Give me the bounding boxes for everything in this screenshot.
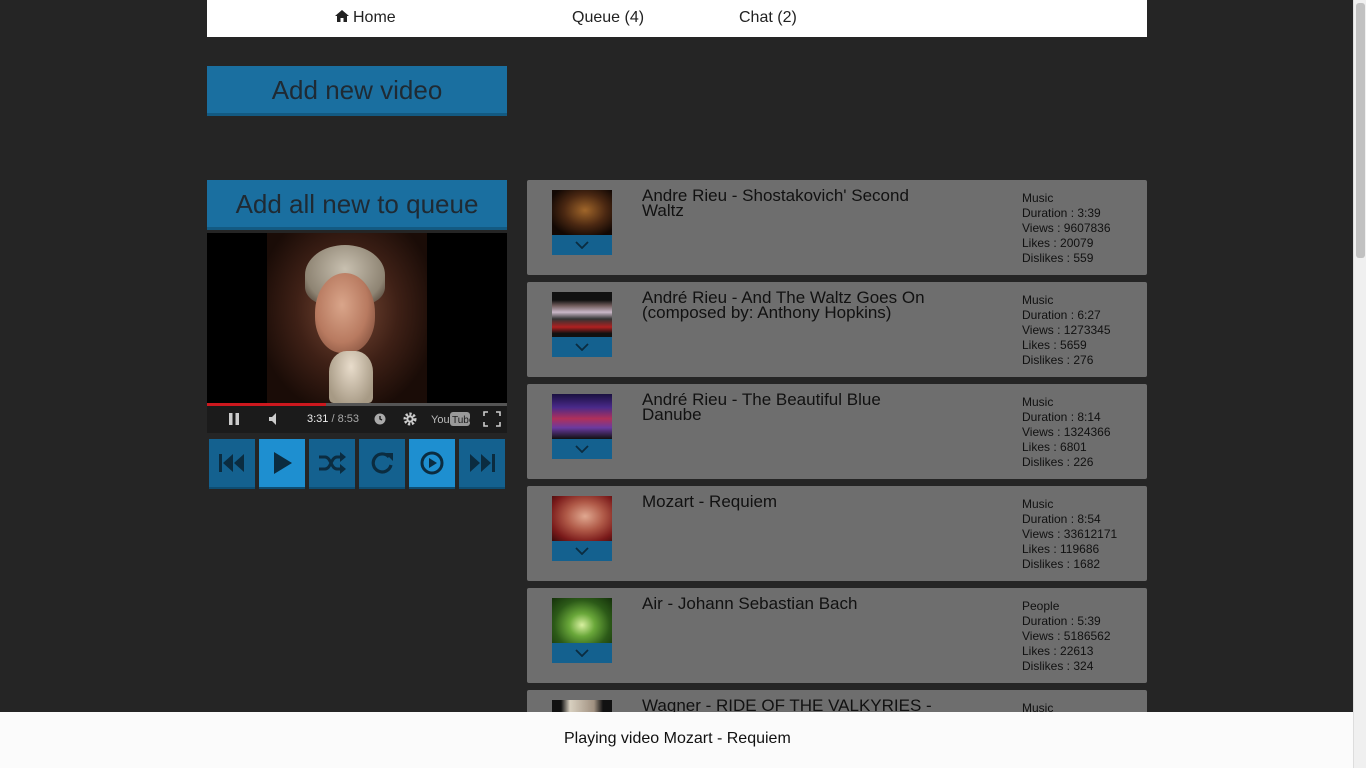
nav-queue-link[interactable]: Queue (4) bbox=[572, 0, 644, 37]
video-list-item[interactable]: Mozart - Requiem Music Duration : 8:54 V… bbox=[527, 486, 1147, 581]
video-dislikes: Dislikes : 276 bbox=[1022, 353, 1094, 367]
settings-gear-icon[interactable] bbox=[401, 411, 419, 427]
pause-icon[interactable] bbox=[227, 411, 241, 427]
previous-button[interactable] bbox=[209, 439, 255, 489]
shuffle-icon bbox=[319, 452, 346, 474]
play-button[interactable] bbox=[259, 439, 305, 489]
video-likes: Likes : 5659 bbox=[1022, 338, 1087, 352]
video-duration: Duration : 5:39 bbox=[1022, 614, 1101, 628]
nav-home-link[interactable]: Home bbox=[335, 0, 396, 37]
video-duration: Duration : 3:39 bbox=[1022, 206, 1101, 220]
video-meta: Music Duration : 3:39 Views : 9607836 Li… bbox=[1022, 191, 1111, 266]
video-meta: People Duration : 5:39 Views : 5186562 L… bbox=[1022, 599, 1111, 674]
youtube-logo-icon[interactable]: You Tube bbox=[431, 411, 471, 427]
current-time: 3:31 bbox=[307, 413, 329, 425]
scrollbar-thumb[interactable] bbox=[1356, 3, 1365, 258]
video-views: Views : 1273345 bbox=[1022, 323, 1111, 337]
video-player[interactable]: 3:31 / 8:53 You Tube bbox=[207, 233, 507, 433]
video-list-item[interactable]: André Rieu - And The Waltz Goes On (comp… bbox=[527, 282, 1147, 377]
video-title[interactable]: Air - Johann Sebastian Bach bbox=[642, 595, 942, 612]
fullscreen-icon[interactable] bbox=[483, 411, 501, 427]
chevron-down-icon bbox=[575, 649, 589, 657]
video-views: Views : 5186562 bbox=[1022, 629, 1111, 643]
video-likes: Likes : 20079 bbox=[1022, 236, 1094, 250]
top-nav: Home Queue (4) Chat (2) bbox=[207, 0, 1147, 37]
chevron-down-icon bbox=[575, 241, 589, 249]
video-category: Music bbox=[1022, 395, 1054, 409]
video-list-item[interactable]: André Rieu - The Beautiful Blue Danube M… bbox=[527, 384, 1147, 479]
video-title[interactable]: Andre Rieu - Shostakovich' Second Waltz bbox=[642, 187, 942, 219]
video-thumbnail[interactable] bbox=[552, 598, 612, 643]
video-meta: Music Duration : 8:14 Views : 1324366 Li… bbox=[1022, 395, 1111, 470]
video-category: Music bbox=[1022, 293, 1054, 307]
status-text: Playing video Mozart - Requiem bbox=[564, 730, 791, 747]
video-likes: Likes : 22613 bbox=[1022, 644, 1094, 658]
video-dislikes: Dislikes : 1682 bbox=[1022, 557, 1101, 571]
skip-back-icon bbox=[219, 454, 244, 472]
repeat-button[interactable] bbox=[359, 439, 405, 489]
video-category: Music bbox=[1022, 497, 1054, 511]
video-thumbnail[interactable] bbox=[552, 394, 612, 439]
video-views: Views : 1324366 bbox=[1022, 425, 1111, 439]
video-duration: Duration : 8:54 bbox=[1022, 512, 1101, 526]
svg-text:You: You bbox=[431, 414, 450, 426]
page-scrollbar[interactable] bbox=[1353, 0, 1366, 768]
video-dislikes: Dislikes : 226 bbox=[1022, 455, 1094, 469]
video-likes: Likes : 6801 bbox=[1022, 440, 1087, 454]
expand-button[interactable] bbox=[552, 541, 612, 561]
chevron-down-icon bbox=[575, 343, 589, 351]
svg-text:Tube: Tube bbox=[452, 415, 471, 426]
repeat-icon bbox=[371, 452, 393, 474]
home-icon bbox=[335, 10, 349, 22]
circle-play-icon bbox=[420, 451, 444, 475]
expand-button[interactable] bbox=[552, 235, 612, 255]
status-bar: Playing video Mozart - Requiem bbox=[0, 712, 1353, 768]
player-controls: 3:31 / 8:53 You Tube bbox=[207, 406, 507, 433]
chevron-down-icon bbox=[575, 547, 589, 555]
volume-icon[interactable] bbox=[267, 411, 283, 427]
video-title[interactable]: Wagner - RIDE OF THE VALKYRIES - bbox=[642, 697, 942, 714]
expand-button[interactable] bbox=[552, 337, 612, 357]
play-icon bbox=[274, 452, 292, 474]
video-views: Views : 9607836 bbox=[1022, 221, 1111, 235]
video-title[interactable]: Mozart - Requiem bbox=[642, 493, 942, 510]
duration-time: / 8:53 bbox=[331, 413, 360, 425]
shuffle-button[interactable] bbox=[309, 439, 355, 489]
video-thumbnail[interactable] bbox=[552, 496, 612, 541]
add-all-to-queue-button[interactable]: Add all new to queue bbox=[207, 180, 507, 230]
expand-button[interactable] bbox=[552, 439, 612, 459]
chevron-down-icon bbox=[575, 445, 589, 453]
video-dislikes: Dislikes : 559 bbox=[1022, 251, 1094, 265]
clock-icon[interactable] bbox=[373, 411, 387, 427]
video-title[interactable]: André Rieu - And The Waltz Goes On (comp… bbox=[642, 289, 942, 321]
video-frame bbox=[267, 233, 427, 403]
video-meta: Music Duration : 8:54 Views : 33612171 L… bbox=[1022, 497, 1117, 572]
video-list-item[interactable]: Andre Rieu - Shostakovich' Second Waltz … bbox=[527, 180, 1147, 275]
nav-home-label: Home bbox=[353, 9, 396, 26]
autoplay-button[interactable] bbox=[409, 439, 455, 489]
time-display: 3:31 / 8:53 bbox=[307, 413, 359, 425]
video-thumbnail[interactable] bbox=[552, 190, 612, 235]
nav-chat-link[interactable]: Chat (2) bbox=[739, 0, 797, 37]
video-duration: Duration : 6:27 bbox=[1022, 308, 1101, 322]
video-duration: Duration : 8:14 bbox=[1022, 410, 1101, 424]
next-button[interactable] bbox=[459, 439, 505, 489]
add-new-video-button[interactable]: Add new video bbox=[207, 66, 507, 116]
video-category: Music bbox=[1022, 191, 1054, 205]
video-likes: Likes : 119686 bbox=[1022, 542, 1100, 556]
video-views: Views : 33612171 bbox=[1022, 527, 1118, 541]
video-dislikes: Dislikes : 324 bbox=[1022, 659, 1094, 673]
skip-forward-icon bbox=[470, 454, 495, 472]
video-category: People bbox=[1022, 599, 1060, 613]
video-list-item[interactable]: Air - Johann Sebastian Bach People Durat… bbox=[527, 588, 1147, 683]
video-thumbnail[interactable] bbox=[552, 292, 612, 337]
expand-button[interactable] bbox=[552, 643, 612, 663]
video-title[interactable]: André Rieu - The Beautiful Blue Danube bbox=[642, 391, 942, 423]
video-meta: Music Duration : 6:27 Views : 1273345 Li… bbox=[1022, 293, 1111, 368]
